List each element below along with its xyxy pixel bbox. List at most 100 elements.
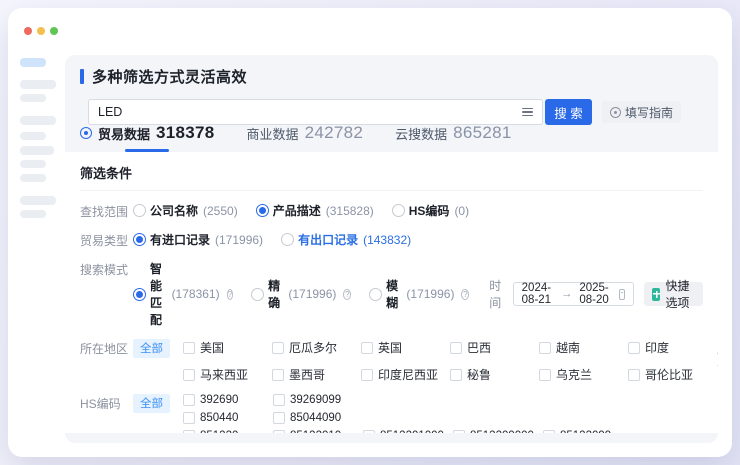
hs-checkbox-85122099[interactable]: 85122099	[543, 430, 633, 433]
region-checkbox-巴西[interactable]: 巴西	[450, 339, 539, 356]
radio-unselected[interactable]	[392, 204, 405, 217]
hs-checkbox-8512201000[interactable]: 8512201000	[363, 430, 453, 433]
checkbox-icon[interactable]	[272, 369, 284, 381]
checkbox-icon[interactable]	[273, 430, 285, 433]
region-checkbox-乌克兰[interactable]: 乌克兰	[539, 366, 628, 383]
tab-label: 贸易数据	[98, 124, 150, 143]
hs-checkbox-8512209000[interactable]: 8512209000	[453, 430, 543, 433]
checkbox-icon[interactable]	[363, 430, 375, 433]
scope-option-公司名称[interactable]: 公司名称(2550)	[133, 202, 238, 219]
keyword-search-box[interactable]	[88, 99, 543, 125]
region-name: 墨西哥	[289, 366, 325, 383]
hs-code-value: 851220	[200, 430, 238, 433]
hs-all-badge[interactable]: 全部	[133, 394, 170, 413]
region-all-badge[interactable]: 全部	[133, 339, 170, 358]
checkbox-icon[interactable]	[273, 412, 285, 424]
region-checkbox-哥伦比亚[interactable]: 哥伦比亚	[628, 366, 717, 383]
region-expand-toggle[interactable]: 展开	[717, 339, 718, 374]
fill-guide-link[interactable]: 填写指南	[602, 101, 681, 123]
region-name: 马来西亚	[200, 366, 248, 383]
checkbox-icon[interactable]	[539, 342, 551, 354]
checkbox-icon[interactable]	[361, 342, 373, 354]
trade-type-option-有出口记录[interactable]: 有出口记录(143832)	[281, 231, 411, 248]
filter-lines-icon[interactable]	[522, 108, 533, 117]
region-checkbox-越南[interactable]: 越南	[539, 339, 628, 356]
date-end[interactable]: 2025-08-20	[579, 282, 611, 306]
tab-商业数据[interactable]: 商业数据242782	[247, 123, 364, 152]
trade-data-icon	[80, 127, 92, 139]
search-mode-label: 搜索模式	[80, 260, 133, 278]
search-mode-option-智能匹配[interactable]: 智能匹配(178361)?	[133, 260, 233, 328]
checkbox-icon[interactable]	[183, 430, 195, 433]
radio-unselected[interactable]	[251, 288, 264, 301]
region-checkbox-厄瓜多尔[interactable]: 厄瓜多尔	[272, 339, 361, 356]
ghost-pill-2	[20, 94, 46, 102]
checkbox-icon[interactable]	[539, 369, 551, 381]
checkbox-icon[interactable]	[450, 369, 462, 381]
region-checkbox-美国[interactable]: 美国	[183, 339, 272, 356]
hs-checkbox-85044090[interactable]: 85044090	[273, 412, 363, 424]
checkbox-icon[interactable]	[628, 342, 640, 354]
hs-checkbox-850440[interactable]: 850440	[183, 412, 273, 424]
region-checkbox-印度尼西亚[interactable]: 印度尼西亚	[361, 366, 450, 383]
checkbox-icon[interactable]	[543, 430, 555, 433]
option-name: 智能匹配	[150, 260, 167, 328]
date-start[interactable]: 2024-08-21	[522, 282, 554, 306]
tab-label: 云搜数据	[395, 124, 447, 143]
ghost-pill-6	[20, 160, 46, 168]
region-checkbox-印度[interactable]: 印度	[628, 339, 717, 356]
checkbox-icon[interactable]	[453, 430, 465, 433]
checkbox-icon[interactable]	[183, 369, 195, 381]
radio-unselected[interactable]	[133, 204, 146, 217]
checkbox-icon[interactable]	[361, 369, 373, 381]
info-icon[interactable]: ?	[227, 289, 233, 300]
trade-type-option-有进口记录[interactable]: 有进口记录(171996)	[133, 231, 263, 248]
search-mode-option-精确[interactable]: 精确(171996)?	[251, 277, 351, 311]
search-mode-option-模糊[interactable]: 模糊(171996)?	[369, 277, 469, 311]
option-name: 公司名称	[150, 202, 198, 219]
info-icon[interactable]: ?	[343, 289, 351, 300]
date-range-picker[interactable]: 2024-08-21 → 2025-08-20	[513, 282, 635, 306]
page-title: 多种筛选方式灵活高效	[92, 66, 247, 87]
scope-option-HS编码[interactable]: HS编码(0)	[392, 202, 469, 219]
region-name: 秘鲁	[467, 366, 491, 383]
search-button[interactable]: 搜 索	[545, 99, 592, 125]
hs-checkbox-85122010[interactable]: 85122010	[273, 430, 363, 433]
radio-selected[interactable]	[133, 288, 146, 301]
region-checkbox-马来西亚[interactable]: 马来西亚	[183, 366, 272, 383]
hs-checkbox-39269099[interactable]: 39269099	[273, 394, 363, 406]
filter-row-hs-code: HS编码 全部 39269039269099850440 85044090 8512…	[80, 394, 703, 433]
tab-贸易数据[interactable]: 贸易数据318378	[80, 123, 215, 152]
radio-selected[interactable]	[256, 204, 269, 217]
hs-checkbox-392690[interactable]: 392690	[183, 394, 273, 406]
app-window: 多种筛选方式灵活高效 搜 索 填写指南 贸易数据318378 商业数据242782…	[8, 8, 732, 457]
checkbox-icon[interactable]	[450, 342, 462, 354]
radio-selected[interactable]	[133, 233, 146, 246]
region-checkbox-英国[interactable]: 英国	[361, 339, 450, 356]
checkbox-icon[interactable]	[628, 369, 640, 381]
checkbox-icon[interactable]	[183, 412, 195, 424]
filter-row-region: 所在地区 全部 美国厄瓜多尔英国巴西越南印度马来西亚墨西哥印度尼西亚秘鲁乌克兰哥…	[80, 339, 703, 383]
checkbox-icon[interactable]	[183, 342, 195, 354]
info-icon[interactable]: ?	[461, 289, 469, 300]
region-label: 所在地区	[80, 339, 133, 357]
option-count: (143832)	[363, 233, 411, 247]
region-checkbox-秘鲁[interactable]: 秘鲁	[450, 366, 539, 383]
hs-checkbox-851220[interactable]: 851220	[183, 430, 273, 433]
checkbox-icon[interactable]	[272, 342, 284, 354]
keyword-search-input[interactable]	[98, 105, 522, 119]
region-checkbox-墨西哥[interactable]: 墨西哥	[272, 366, 361, 383]
tab-云搜数据[interactable]: 云搜数据865281	[395, 123, 512, 152]
quick-options-button[interactable]: 快捷选项	[644, 282, 703, 306]
region-name: 英国	[378, 339, 402, 356]
hs-code-label: HS编码	[80, 394, 133, 412]
radio-unselected[interactable]	[281, 233, 294, 246]
ghost-pill-4	[20, 132, 46, 140]
radio-unselected[interactable]	[369, 288, 382, 301]
hs-code-value: 8512201000	[380, 430, 444, 433]
hs-code-value: 85044090	[290, 412, 341, 424]
scope-option-产品描述[interactable]: 产品描述(315828)	[256, 202, 374, 219]
checkbox-icon[interactable]	[273, 394, 285, 406]
checkbox-icon[interactable]	[183, 394, 195, 406]
trade-type-label: 贸易类型	[80, 231, 133, 249]
